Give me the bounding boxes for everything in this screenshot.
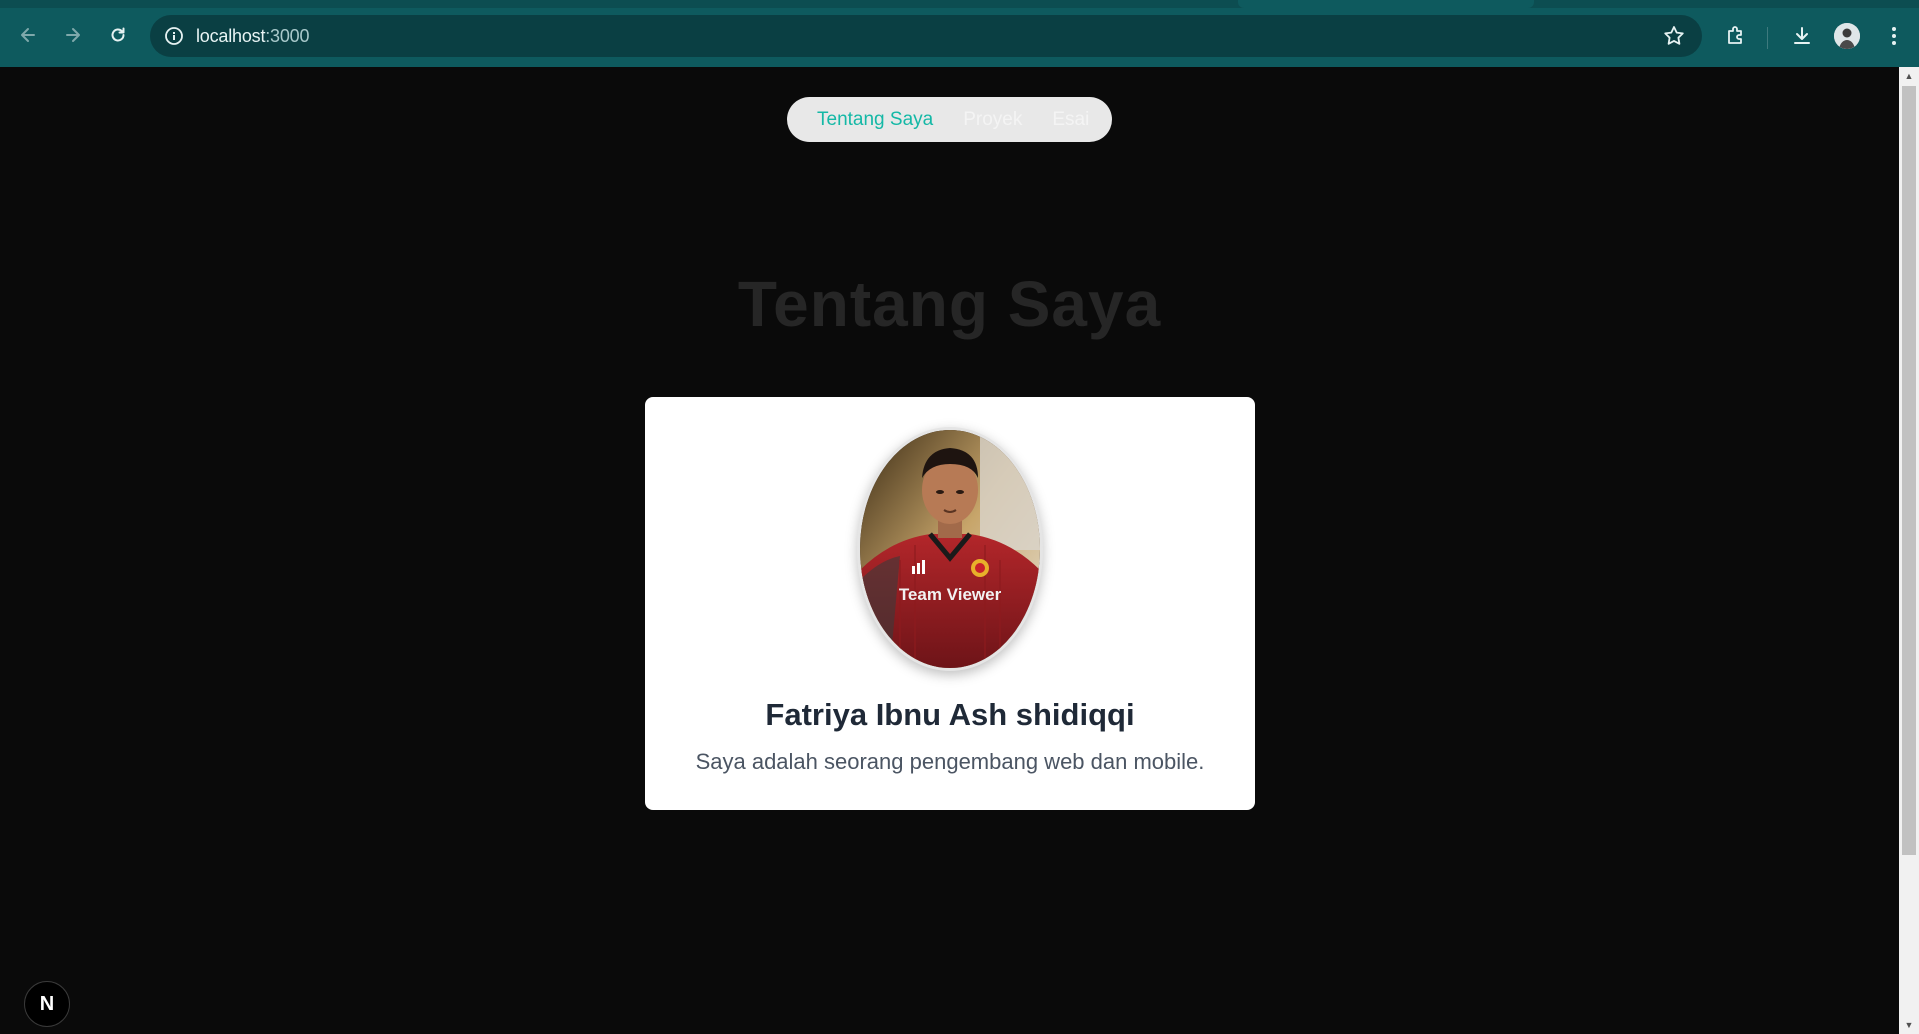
sponsor-text: Team Viewer xyxy=(899,585,1002,604)
nextjs-dev-indicator[interactable]: N xyxy=(24,981,70,1027)
main-nav: Tentang Saya Proyek Esai xyxy=(787,97,1112,142)
info-icon[interactable] xyxy=(164,26,184,46)
active-tab[interactable] xyxy=(1238,0,1534,8)
profile-photo: Team Viewer xyxy=(860,430,1040,668)
profile-photo-frame: Team Viewer xyxy=(857,427,1043,671)
address-bar[interactable]: localhost:3000 xyxy=(150,15,1702,57)
browser-toolbar: localhost:3000 xyxy=(0,8,1919,67)
nextjs-logo-letter: N xyxy=(39,992,55,1015)
scroll-up-arrow-icon[interactable]: ▲ xyxy=(1904,71,1914,81)
vertical-scrollbar[interactable]: ▲ ▼ xyxy=(1899,67,1919,1034)
scrollbar-thumb[interactable] xyxy=(1902,86,1916,855)
profile-photo-image: Team Viewer xyxy=(860,430,1040,668)
section-title: Tentang Saya xyxy=(737,268,1162,340)
puzzle-icon xyxy=(1728,26,1742,44)
nav-item-esai[interactable]: Esai xyxy=(1052,109,1089,131)
bookmark-star-icon[interactable] xyxy=(1662,24,1686,48)
nav-item-proyek[interactable]: Proyek xyxy=(963,109,1022,131)
profile-card: Team Viewer Fatriya Ibnu Ash shidiqqi Sa… xyxy=(645,397,1255,810)
arrow-left-icon xyxy=(21,28,35,42)
scroll-down-arrow-icon[interactable]: ▼ xyxy=(1904,1020,1914,1030)
tab-strip xyxy=(0,0,1919,8)
kebab-menu-icon xyxy=(1892,27,1896,45)
browser-menu-button[interactable] xyxy=(1880,22,1908,50)
url-text[interactable]: localhost:3000 xyxy=(196,26,309,47)
download-icon xyxy=(1794,27,1810,44)
person-icon xyxy=(1834,23,1860,49)
back-button[interactable] xyxy=(15,22,41,48)
toolbar-separator xyxy=(1767,27,1768,49)
profile-avatar[interactable] xyxy=(1834,23,1860,49)
reload-button[interactable] xyxy=(105,22,131,48)
page-viewport: Tentang Saya Proyek Esai Tentang Saya Te… xyxy=(0,67,1899,1034)
browser-chrome: localhost:3000 xyxy=(0,0,1919,67)
profile-description: Saya adalah seorang pengembang web dan m… xyxy=(695,749,1205,774)
downloads-button[interactable] xyxy=(1788,22,1816,50)
forward-button[interactable] xyxy=(60,22,86,48)
reload-icon xyxy=(111,27,125,42)
profile-name: Fatriya Ibnu Ash shidiqqi xyxy=(765,697,1135,732)
url-host: localhost xyxy=(196,26,266,46)
url-port: :3000 xyxy=(265,26,310,46)
arrow-right-icon xyxy=(66,28,80,42)
extensions-button[interactable] xyxy=(1722,22,1750,50)
nav-item-tentang-saya[interactable]: Tentang Saya xyxy=(817,109,933,131)
